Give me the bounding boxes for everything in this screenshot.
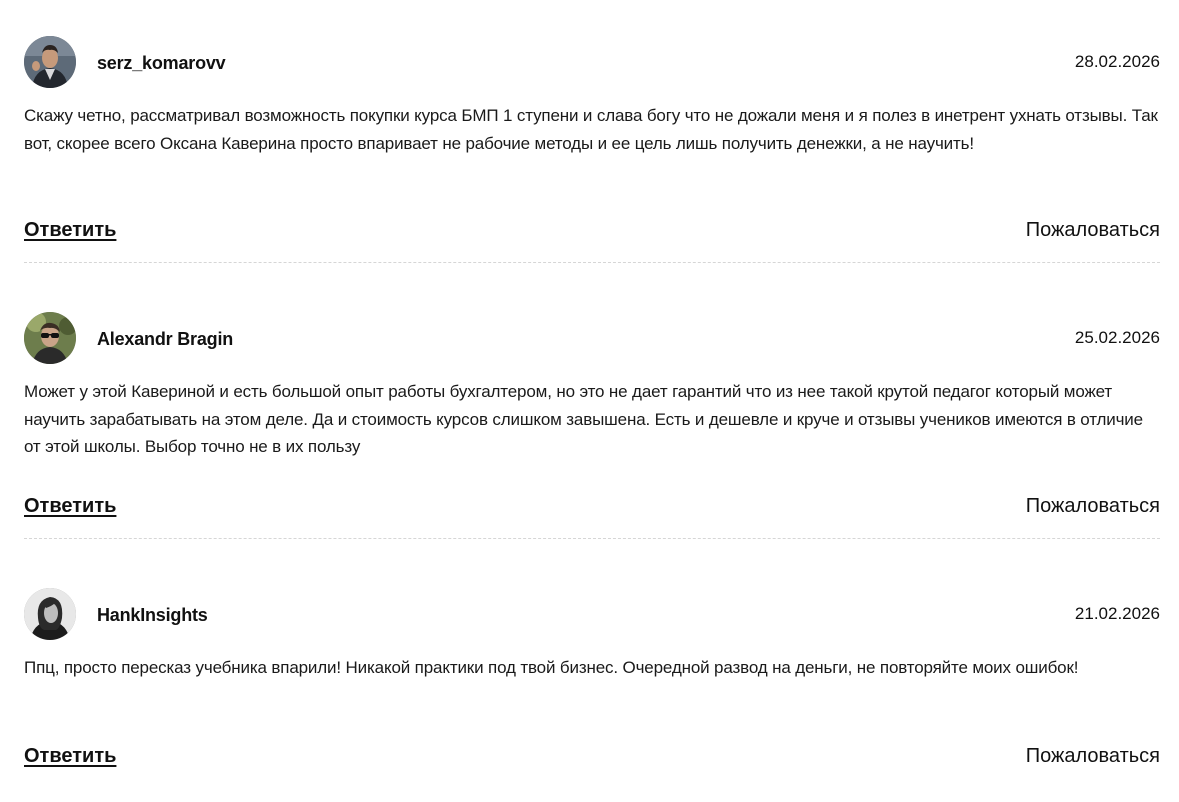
reply-link[interactable]: Ответить	[24, 216, 116, 244]
comment-date: 21.02.2026	[1074, 604, 1160, 623]
comment-text: Ппц, просто пересказ учебника впарили! Н…	[24, 658, 1079, 677]
user-avatar-icon	[24, 312, 76, 364]
comment-actions: Ответить Пожаловаться	[24, 742, 1160, 772]
comment-divider	[24, 538, 1160, 539]
comment-author: Alexandr Bragin	[97, 329, 234, 349]
report-link[interactable]: Пожаловаться	[1026, 742, 1160, 770]
user-avatar-icon	[24, 36, 76, 88]
user-avatar-icon	[24, 588, 76, 640]
comment-item: Alexandr Bragin 25.02.2026 Может у этой …	[24, 276, 1160, 552]
comment-author: HankInsights	[97, 605, 208, 625]
comments-list: serz_komarovv 28.02.2026 Скажу четно, ра…	[24, 0, 1160, 802]
report-link[interactable]: Пожаловаться	[1026, 492, 1160, 520]
reply-link[interactable]: Ответить	[24, 492, 116, 520]
comment-text: Скажу четно, рассматривал возможность по…	[24, 106, 1158, 153]
comment-text: Может у этой Кавериной и есть большой оп…	[24, 382, 1143, 456]
avatar[interactable]	[24, 36, 76, 88]
comment-author: serz_komarovv	[97, 53, 226, 73]
reply-link[interactable]: Ответить	[24, 742, 116, 770]
comment-divider	[24, 262, 1160, 263]
report-link[interactable]: Пожаловаться	[1026, 216, 1160, 244]
avatar[interactable]	[24, 588, 76, 640]
avatar[interactable]	[24, 312, 76, 364]
comment-actions: Ответить Пожаловаться	[24, 216, 1160, 246]
comment-item: HankInsights 21.02.2026 Ппц, просто пере…	[24, 552, 1160, 802]
comment-item: serz_komarovv 28.02.2026 Скажу четно, ра…	[24, 0, 1160, 276]
comment-date: 25.02.2026	[1074, 328, 1160, 347]
comment-actions: Ответить Пожаловаться	[24, 492, 1160, 522]
comment-date: 28.02.2026	[1074, 52, 1160, 71]
